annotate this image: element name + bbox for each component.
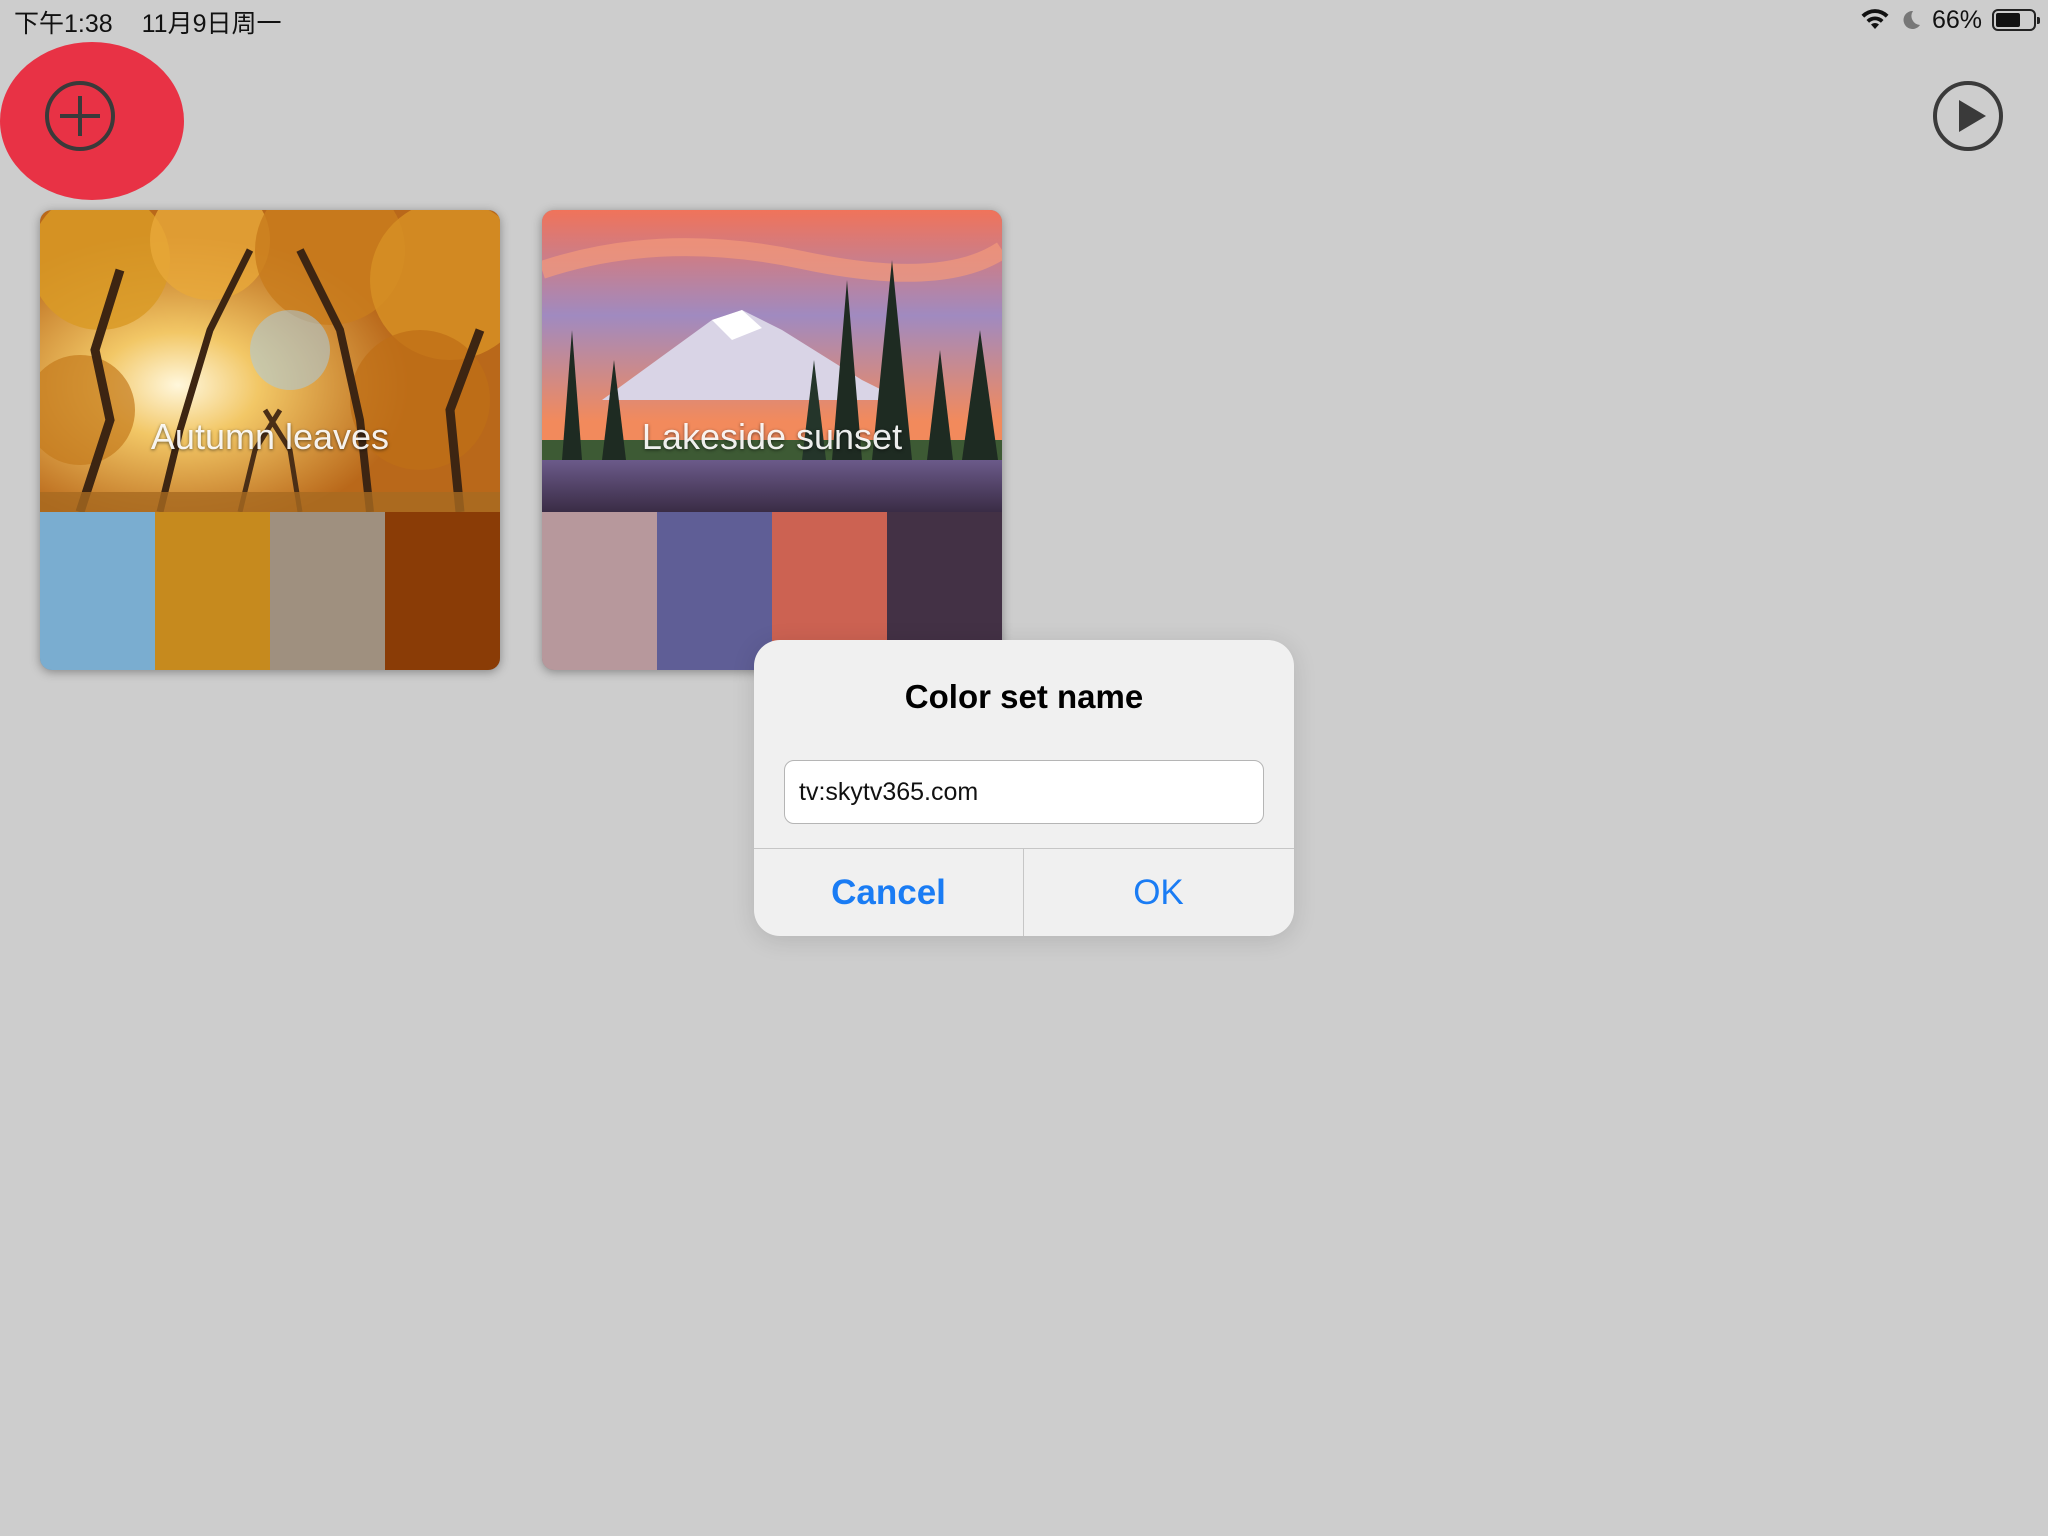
battery-fill: [1996, 13, 2020, 27]
color-swatch: [657, 512, 772, 670]
battery-icon: [1992, 9, 2040, 31]
cancel-button[interactable]: Cancel: [754, 849, 1023, 936]
dialog-title: Color set name: [904, 678, 1144, 715]
color-swatch: [155, 512, 270, 670]
status-date: 11月9日周一: [141, 10, 282, 38]
status-bar: 下午1:38 11月9日周一 66%: [0, 0, 2048, 40]
color-swatch: [542, 512, 657, 670]
color-swatch: [270, 512, 385, 670]
color-set-name-dialog: Color set name Cancel OK: [754, 640, 1294, 936]
color-swatch: [40, 512, 155, 670]
color-set-title: Autumn leaves: [150, 416, 390, 457]
status-time: 下午1:38: [14, 10, 113, 38]
status-left: 下午1:38 11月9日周一: [14, 4, 303, 40]
swatch-row: [40, 512, 500, 670]
plus-circle-icon: [45, 81, 115, 151]
wifi-icon: [1861, 9, 1889, 29]
play-slideshow-button[interactable]: [1930, 78, 2006, 154]
battery-tip: [2037, 17, 2040, 24]
lakeside-sunset-image: [542, 210, 1002, 512]
play-circle-icon: [1933, 81, 2003, 151]
battery-percentage: 66%: [1931, 5, 1982, 34]
autumn-leaves-image: [40, 210, 500, 512]
color-set-card-lakeside[interactable]: Lakeside sunset: [542, 210, 1002, 670]
ok-button[interactable]: OK: [1024, 849, 1293, 936]
color-set-card-autumn[interactable]: Autumn leaves: [40, 210, 500, 670]
color-set-title: Lakeside sunset: [641, 416, 903, 457]
add-color-set-button[interactable]: [42, 78, 118, 154]
do-not-disturb-moon-icon: [1903, 10, 1920, 29]
color-set-name-input[interactable]: [784, 760, 1264, 824]
color-swatch: [385, 512, 500, 670]
status-right: 66%: [1860, 4, 2040, 36]
